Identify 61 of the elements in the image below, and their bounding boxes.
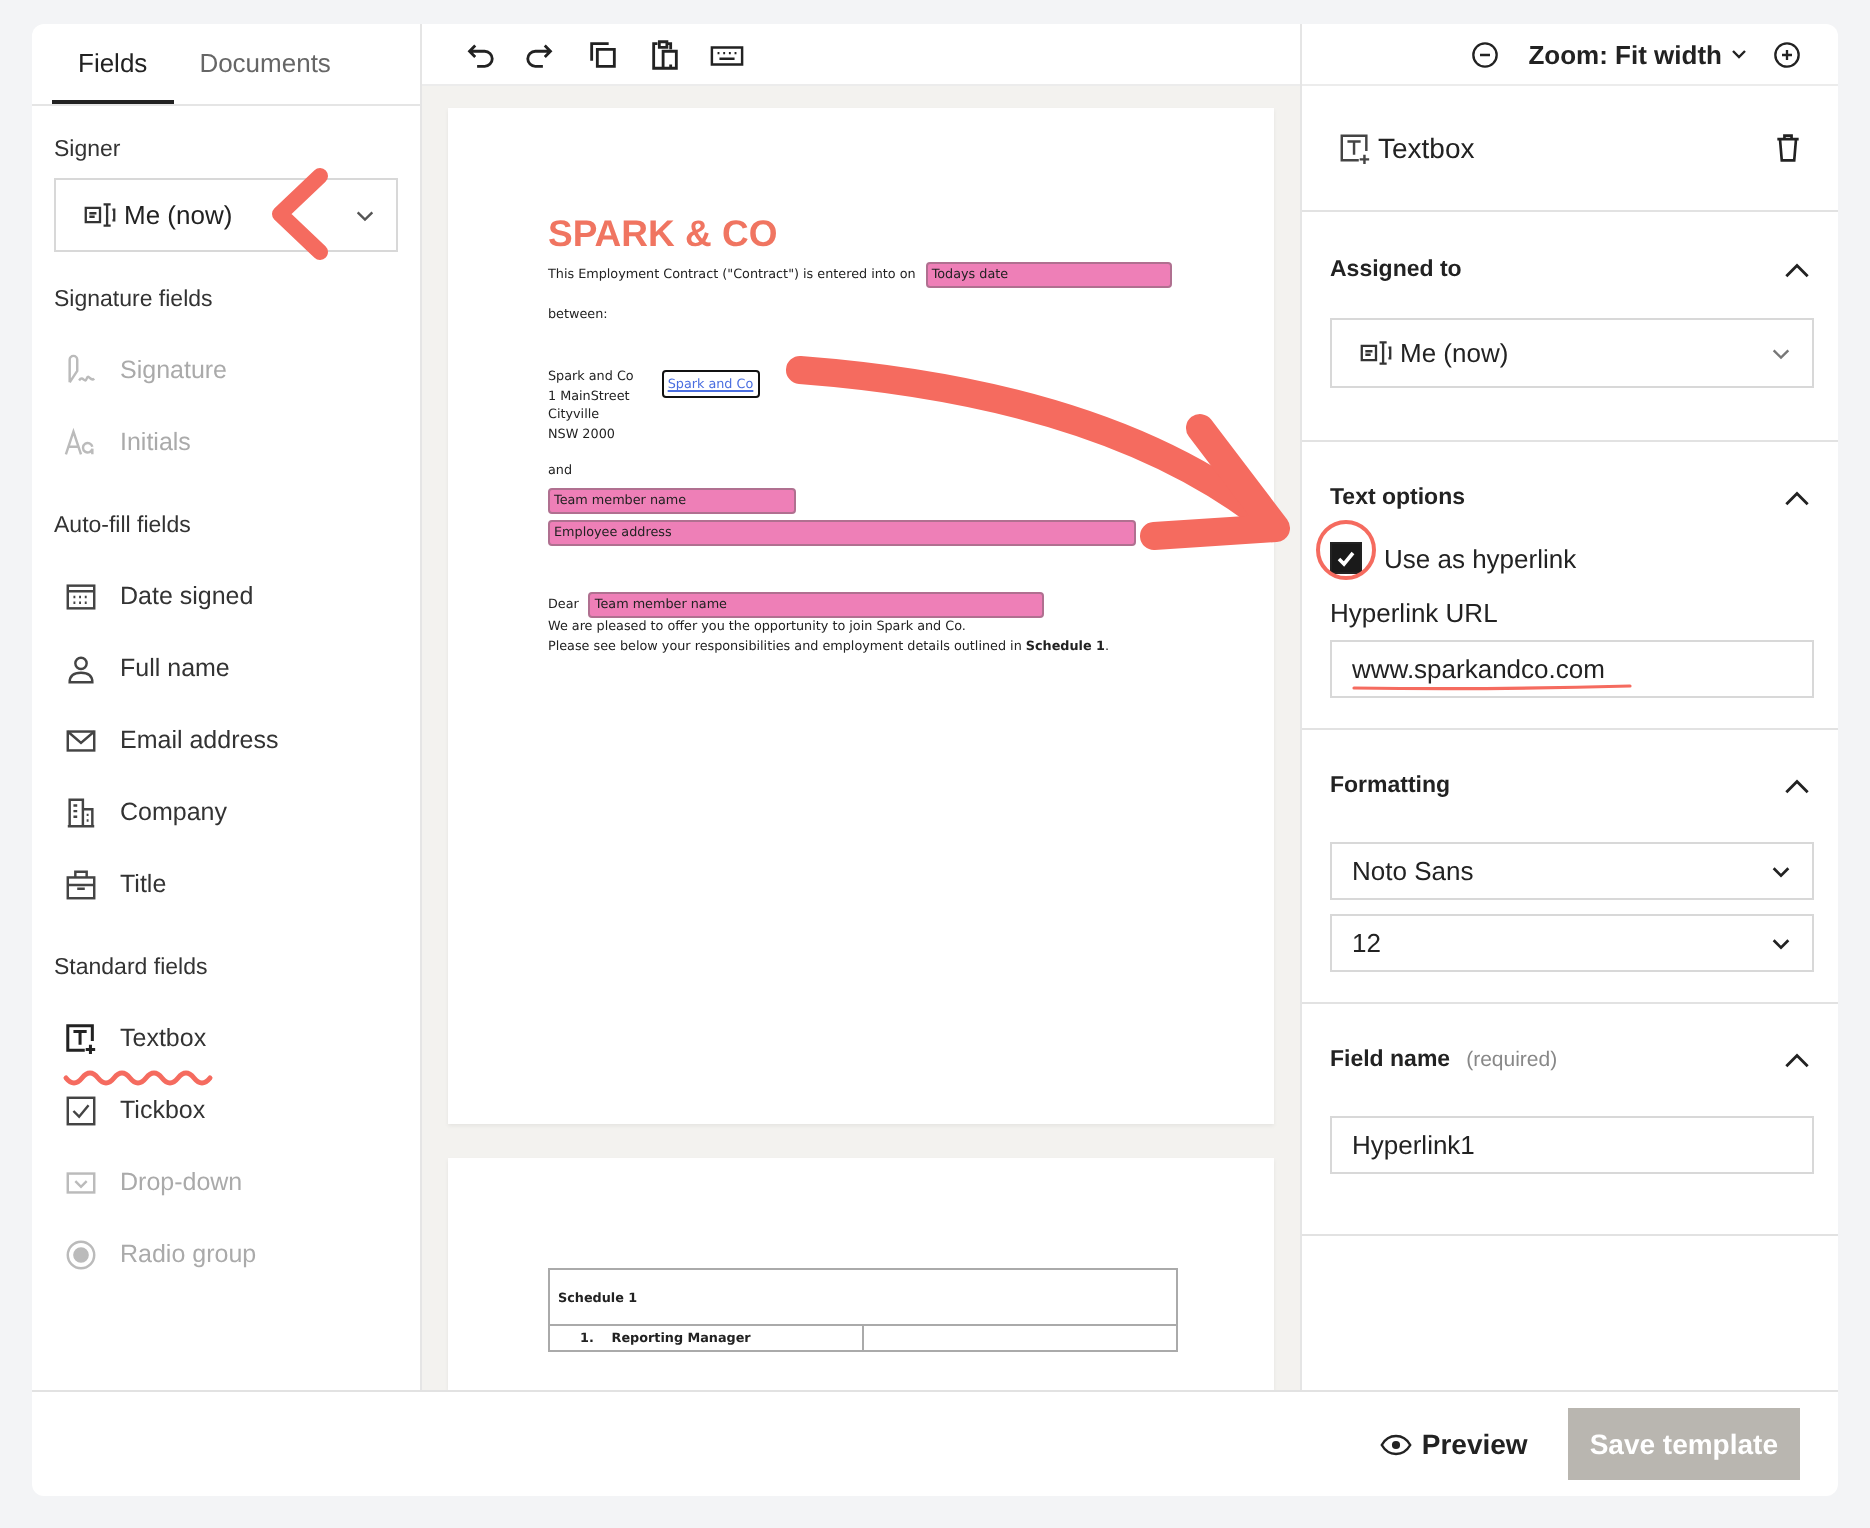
field-item[interactable]: Company [54,776,398,848]
signer-select[interactable]: Me (now) [54,178,398,252]
required-hint: (required) [1466,1048,1558,1072]
field-item[interactable]: Title [54,848,398,920]
copy-icon[interactable] [586,37,620,71]
trash-icon[interactable] [1772,132,1804,164]
clipboard-icon[interactable] [648,37,682,71]
section-title: Auto-fill fields [54,514,193,538]
sidebar-tab[interactable]: Documents [173,24,357,104]
checkbox-label: Use as hyperlink [1384,543,1577,573]
signature-icon [64,353,98,387]
annotation-circle-drawing [1316,520,1376,580]
chevron-down-icon [354,207,376,223]
checkmark-icon [1334,546,1358,570]
chevron-down-icon [1770,345,1792,361]
building-icon [64,795,98,829]
field-item[interactable]: Textbox [54,1002,398,1074]
sidebar-tab[interactable]: Fields [52,24,174,104]
zoom-in-icon[interactable] [1772,39,1802,69]
field-item[interactable]: Tickbox [54,1074,398,1146]
chevron-up-icon[interactable] [1784,262,1810,278]
zoom-select[interactable]: Zoom: Fit width [1516,39,1756,69]
chevron-up-icon[interactable] [1784,1052,1810,1068]
chevron-down-icon [1770,863,1792,879]
field-label: Hyperlink URL [1330,598,1500,628]
checkbox[interactable] [1330,542,1362,574]
signer-icon [1360,340,1392,366]
document-title: SPARK & CO [548,212,780,256]
radio-icon [64,1237,98,1271]
textbox-icon [1338,131,1372,165]
annotation-chevron-drawing [272,168,328,260]
chevron-down-icon [1770,935,1792,951]
calendar-icon [64,579,98,613]
person-icon [64,651,98,685]
panel-title: Textbox [1378,132,1477,164]
preview-button[interactable]: Preview [1367,1426,1540,1462]
field-item[interactable]: Date signed [54,560,398,632]
section-title: Signature fields [54,288,215,312]
section-title: Standard fields [54,956,210,980]
section-title: Assigned to [1330,258,1462,282]
field-item[interactable]: Email address [54,704,398,776]
textbox-icon [64,1021,98,1055]
signer-icon [84,202,116,228]
initials-icon [64,425,98,459]
section-title: Formatting [1330,774,1451,798]
chevron-up-icon[interactable] [1784,778,1810,794]
size-select[interactable]: 12 [1330,914,1814,972]
field-item[interactable]: Full name [54,632,398,704]
section-title: Text options [1330,486,1466,510]
font-select[interactable]: Noto Sans [1330,842,1814,900]
assignee-select[interactable]: Me (now) [1330,318,1814,388]
url-input[interactable]: www.sparkandco.com [1330,640,1814,698]
chevron-up-icon[interactable] [1784,490,1810,506]
signer-label: Signer [54,138,123,162]
checkbox-icon [64,1093,98,1127]
section-title: Field name [1330,1048,1451,1072]
zoom-out-icon[interactable] [1470,39,1501,69]
field-name-input[interactable]: Hyperlink1 [1330,1116,1814,1174]
briefcase-icon [64,867,98,901]
eye-icon [1379,1433,1412,1455]
chevron-down-icon [1730,48,1748,60]
